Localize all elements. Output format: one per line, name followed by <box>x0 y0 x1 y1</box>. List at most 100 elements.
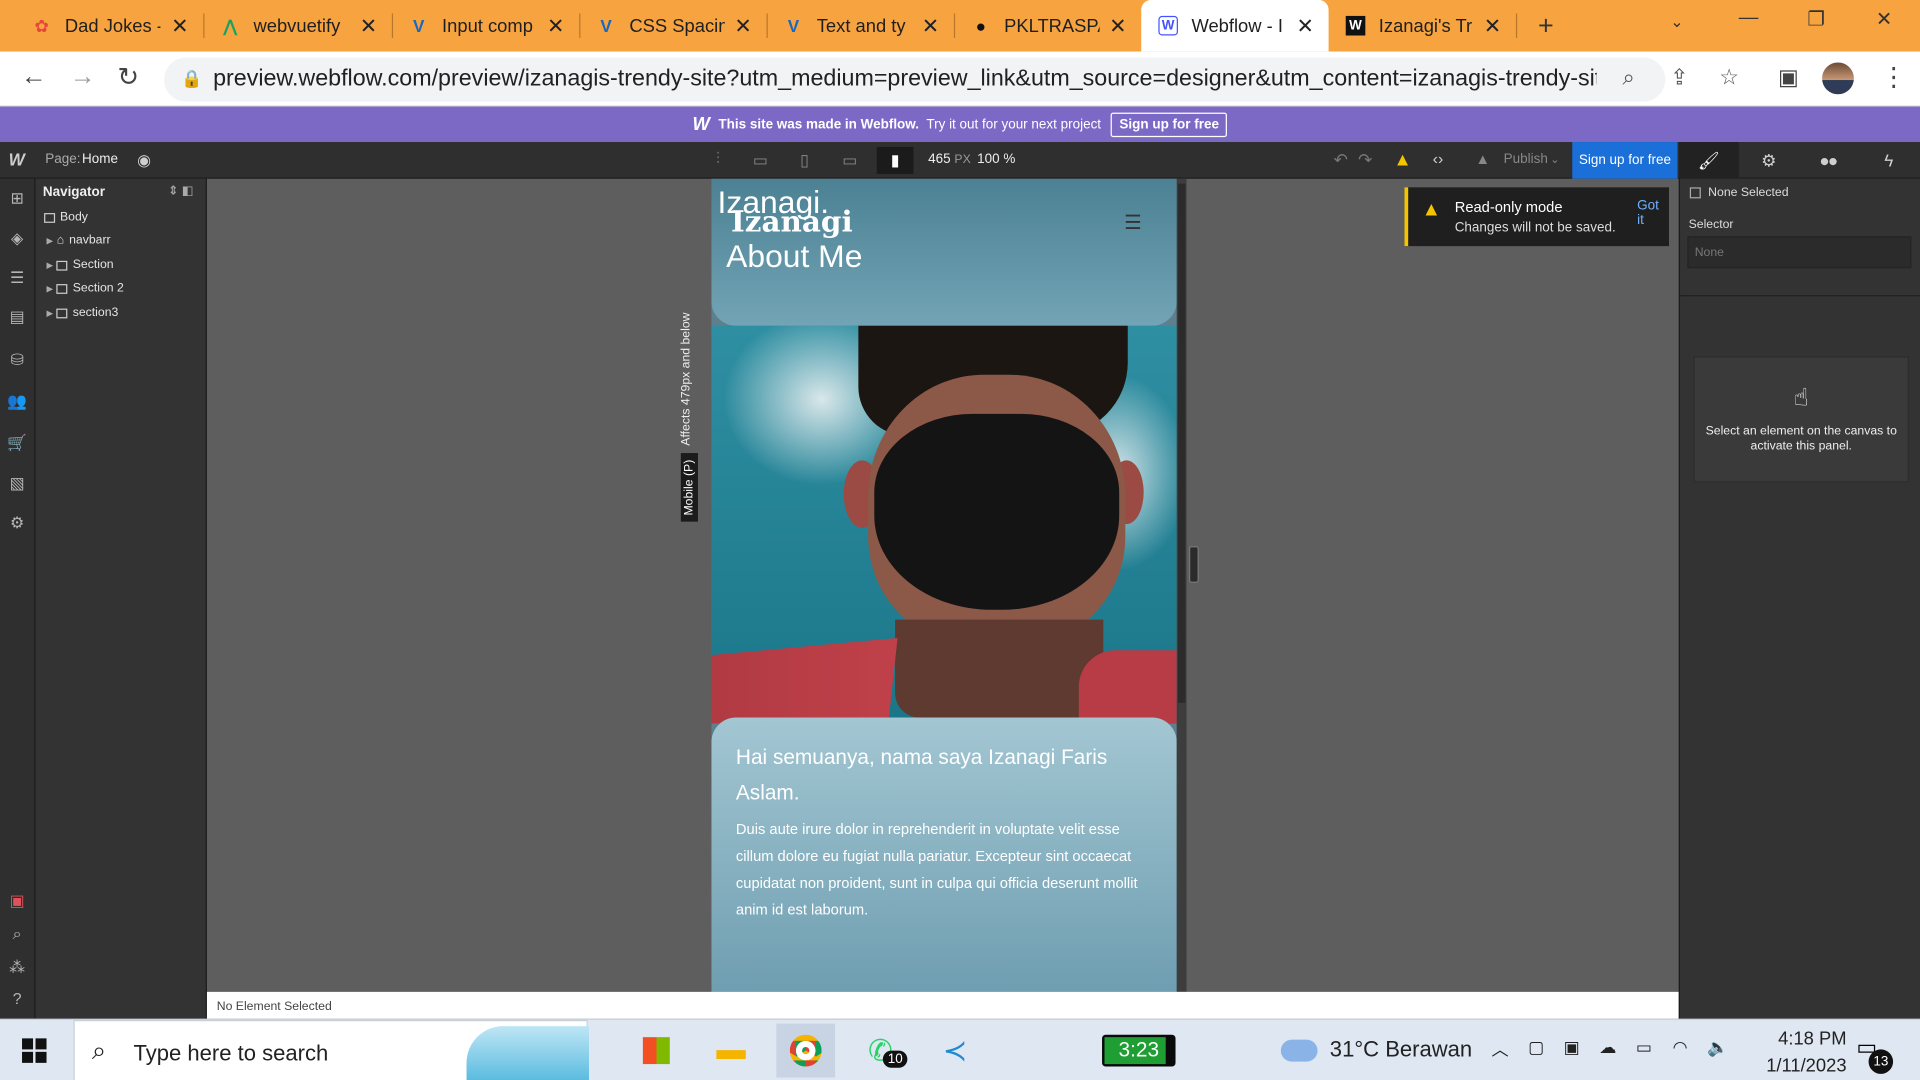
browser-tab[interactable]: W Izanagi's Tr ✕ <box>1329 0 1516 51</box>
forward-icon[interactable]: → <box>70 62 96 91</box>
warning-icon[interactable]: ▲ <box>1393 149 1411 170</box>
caret-right-icon[interactable]: ▶ <box>47 283 54 294</box>
width-value[interactable]: 465 <box>928 152 950 167</box>
canvas-scrollbar[interactable] <box>1176 178 1187 992</box>
navigator-item-body[interactable]: Body <box>44 206 88 229</box>
code-icon[interactable]: ‹› <box>1433 149 1444 167</box>
browser-tab[interactable]: V Input comp ✕ <box>392 0 579 51</box>
browser-tab[interactable]: V CSS Spacin ✕ <box>579 0 766 51</box>
reload-icon[interactable]: ↻ <box>118 62 140 93</box>
notifications-icon[interactable]: ▭ 13 <box>1856 1035 1894 1074</box>
bookmark-star-icon[interactable]: ☆ <box>1719 65 1739 91</box>
pages-icon[interactable]: ▤ <box>7 307 27 327</box>
publish-button[interactable]: Publish <box>1504 152 1548 167</box>
vscode-icon[interactable]: ≺ <box>926 1024 985 1078</box>
menu-kebab-icon[interactable]: ⋮ <box>1881 62 1907 93</box>
wifi-icon[interactable]: ◠ <box>1673 1037 1688 1058</box>
close-tab-icon[interactable]: ✕ <box>171 15 188 39</box>
browser-tab-active[interactable]: W Webflow - I ✕ <box>1141 0 1329 52</box>
restore-icon[interactable]: ❐ <box>1807 7 1825 31</box>
banner-signup-button[interactable]: Sign up for free <box>1110 112 1228 137</box>
navigator-item-section[interactable]: ▶ Section <box>47 253 114 276</box>
style-manager-drops-icon[interactable]: ⦁⦁ <box>1799 142 1859 179</box>
close-tab-icon[interactable]: ✕ <box>734 15 751 39</box>
close-tab-icon[interactable]: ✕ <box>1296 15 1313 39</box>
tray-app-icon[interactable]: ▣ <box>1564 1037 1580 1058</box>
close-window-icon[interactable]: ✕ <box>1876 7 1892 31</box>
close-tab-icon[interactable]: ✕ <box>1484 15 1501 39</box>
cms-database-icon[interactable]: ⛁ <box>7 350 27 370</box>
audit-icon[interactable]: ▣ <box>7 891 27 911</box>
desktop-star-icon[interactable]: ▭ <box>743 147 777 174</box>
site-logo-serif[interactable]: Izanagi <box>731 203 853 239</box>
mobile-landscape-icon[interactable]: ▭ <box>833 147 867 174</box>
whatsapp-icon[interactable]: ✆ 10 <box>851 1024 910 1078</box>
design-canvas[interactable]: Affects 479px and below Mobile (P) Izana… <box>206 178 1679 992</box>
navigator-item-section3[interactable]: ▶ section3 <box>47 301 119 324</box>
tablet-icon[interactable]: ▯ <box>787 147 821 174</box>
side-panel-icon[interactable]: ▣ <box>1778 65 1799 91</box>
hamburger-menu-icon[interactable]: ☰ <box>1124 211 1142 235</box>
back-icon[interactable]: ← <box>21 62 47 91</box>
redo-icon[interactable]: ↷ <box>1358 149 1372 170</box>
settings-gear-icon[interactable]: ⚙ <box>7 513 27 533</box>
preview-eye-icon[interactable]: ◉ <box>137 151 151 171</box>
collaborators-icon[interactable]: ⁂ <box>7 958 27 978</box>
weather-widget[interactable]: 31°C Berawan <box>1280 1037 1472 1063</box>
site-preview[interactable]: Izanagi. Izanagi ☰ About Me Hai semuanya… <box>711 178 1177 992</box>
resize-handle[interactable] <box>1188 546 1199 583</box>
battery-icon[interactable]: ▭ <box>1636 1037 1652 1058</box>
share-icon[interactable]: ⇪ <box>1670 65 1688 91</box>
none-selected-checkbox[interactable] <box>1689 187 1701 199</box>
close-tab-icon[interactable]: ✕ <box>922 15 939 39</box>
avatar[interactable] <box>1822 62 1854 95</box>
navigator-item-section-2[interactable]: ▶ Section 2 <box>47 277 124 300</box>
undo-icon[interactable]: ↶ <box>1333 149 1347 170</box>
browser-tab[interactable]: ● PKLTRASPA ✕ <box>954 0 1141 51</box>
users-icon[interactable]: 👥 <box>7 392 27 412</box>
microsoft-store-icon[interactable] <box>627 1024 686 1078</box>
selector-input[interactable]: None <box>1687 236 1912 269</box>
url-field[interactable]: 🔒 preview.webflow.com/preview/izanagis-t… <box>164 57 1739 102</box>
onedrive-icon[interactable]: ☁ <box>1599 1037 1616 1058</box>
navigator-icon[interactable]: ☰ <box>7 268 27 288</box>
navigator-item-navbarr[interactable]: ▶ ⌂ navbarr <box>47 229 111 252</box>
style-brush-icon[interactable]: 🖌 <box>1678 142 1739 179</box>
got-it-button[interactable]: Got it <box>1637 198 1669 227</box>
browser-tab[interactable]: V Text and ty ✕ <box>767 0 954 51</box>
webflow-logo-icon[interactable]: W <box>9 149 25 169</box>
meet-icon[interactable]: ▢ <box>1528 1037 1544 1058</box>
close-tab-icon[interactable]: ✕ <box>1109 15 1126 39</box>
new-tab-icon[interactable]: + <box>1538 10 1554 42</box>
caret-right-icon[interactable]: ▶ <box>47 260 54 270</box>
minimize-icon[interactable]: — <box>1739 7 1759 29</box>
ecommerce-cart-icon[interactable]: 🛒 <box>7 433 27 453</box>
tray-chevron-icon[interactable]: ︿ <box>1491 1037 1508 1061</box>
interactions-bolt-icon[interactable]: ϟ <box>1859 142 1919 179</box>
volume-icon[interactable]: 🔈 <box>1707 1037 1728 1058</box>
assets-icon[interactable]: ▧ <box>7 474 27 494</box>
search-icon[interactable]: ⌕ <box>7 924 27 944</box>
browser-tab[interactable]: ⋀ webvuetify ✕ <box>203 0 392 51</box>
page-name[interactable]: Home <box>82 152 118 167</box>
zoom-icon[interactable]: ⌕ <box>1622 65 1634 91</box>
caret-right-icon[interactable]: ▶ <box>47 236 54 246</box>
caret-right-icon[interactable]: ▶ <box>47 308 54 318</box>
windows-start-icon[interactable] <box>22 1038 47 1063</box>
file-explorer-icon[interactable]: ▬ <box>702 1024 761 1078</box>
browser-tab[interactable]: ✿ Dad Jokes - ✕ <box>15 0 204 51</box>
site-navbar[interactable]: Izanagi. Izanagi ☰ About Me <box>711 178 1177 326</box>
zoom-value[interactable]: 100 % <box>977 152 1015 167</box>
breakpoint-tag[interactable]: Mobile (P) <box>680 453 698 522</box>
signup-button[interactable]: Sign up for free <box>1572 142 1678 179</box>
taskbar-search[interactable]: ⌕ Type here to search <box>73 1020 589 1080</box>
symbols-cube-icon[interactable]: ◈ <box>7 229 27 249</box>
settings-gear-icon[interactable]: ⚙ <box>1739 142 1799 179</box>
clock[interactable]: 4:18 PM 1/11/2023 <box>1729 1026 1846 1080</box>
close-tab-icon[interactable]: ✕ <box>547 15 564 39</box>
chrome-icon[interactable] <box>776 1023 836 1078</box>
add-panel-icon[interactable]: ⊞ <box>7 189 27 209</box>
tab-search-icon[interactable]: ⌄ <box>1670 12 1683 32</box>
close-tab-icon[interactable]: ✕ <box>360 15 377 39</box>
mobile-portrait-icon[interactable]: ▮ <box>876 146 914 174</box>
